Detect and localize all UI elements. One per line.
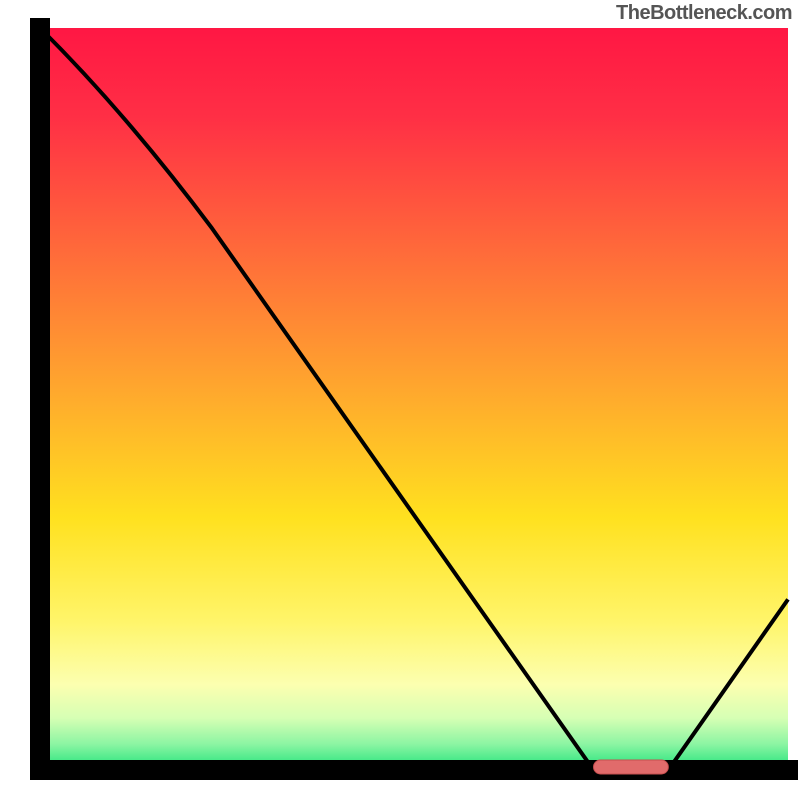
plot-area (40, 28, 788, 774)
chart-background (40, 28, 788, 770)
optimal-range-marker (594, 760, 669, 774)
attribution-label: TheBottleneck.com (616, 2, 792, 25)
chart-container: TheBottleneck.com (0, 0, 800, 800)
bottleneck-chart (0, 0, 800, 800)
